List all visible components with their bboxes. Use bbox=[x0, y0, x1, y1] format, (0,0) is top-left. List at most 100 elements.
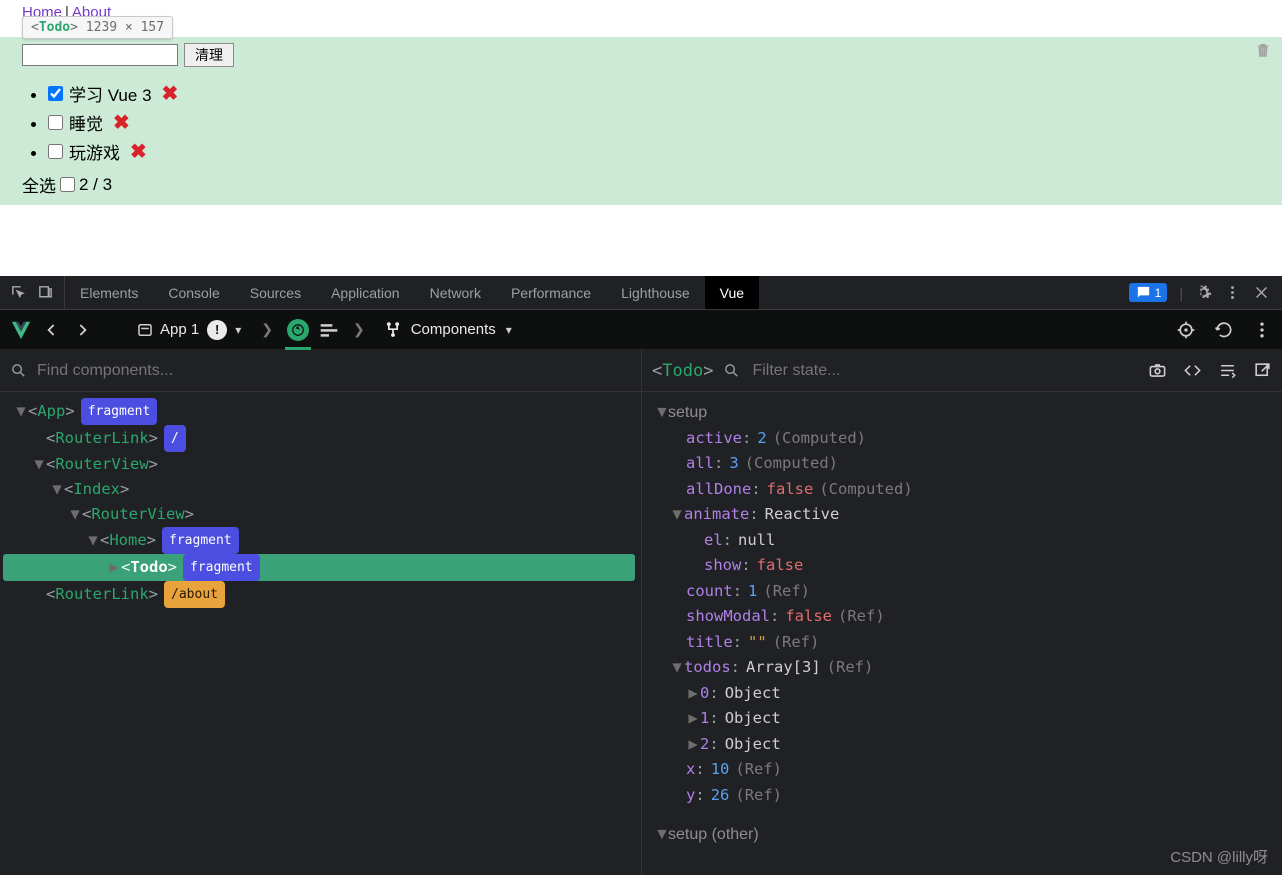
breadcrumb-chevron-icon: ❯ bbox=[349, 321, 369, 338]
tab-console[interactable]: Console bbox=[153, 276, 234, 309]
back-icon[interactable] bbox=[42, 320, 62, 340]
code-icon[interactable] bbox=[1183, 361, 1202, 380]
dimension-tooltip: <Todo> 1239 × 157 bbox=[22, 16, 173, 39]
tooltip-dims: 1239 × 157 bbox=[86, 20, 164, 35]
components-selector[interactable]: Components ▾ bbox=[383, 320, 512, 340]
settings-gear-icon[interactable] bbox=[1195, 284, 1212, 301]
todo-item: 学习 Vue 3 ✖ bbox=[48, 81, 1282, 106]
delete-icon[interactable]: ✖ bbox=[113, 110, 130, 135]
inspect-icon[interactable] bbox=[10, 284, 27, 301]
inspector-compass-icon[interactable] bbox=[287, 319, 309, 341]
component-name: Todo bbox=[130, 555, 167, 580]
devtools-panel: Elements Console Sources Application Net… bbox=[0, 276, 1282, 875]
expand-icon[interactable]: ▶ bbox=[686, 732, 700, 758]
timeline-icon[interactable] bbox=[319, 322, 339, 338]
todo-label: 学习 Vue 3 bbox=[69, 81, 152, 106]
tree-node-todo[interactable]: ▶<Todo>fragment bbox=[3, 554, 635, 581]
component-name: RouterView bbox=[91, 502, 184, 527]
todo-item: 玩游戏 ✖ bbox=[48, 139, 1282, 164]
delete-icon[interactable]: ✖ bbox=[162, 81, 179, 106]
forward-icon[interactable] bbox=[72, 320, 92, 340]
delete-icon[interactable]: ✖ bbox=[130, 139, 147, 164]
search-icon bbox=[723, 362, 740, 379]
more-icon[interactable] bbox=[1224, 284, 1241, 301]
trash-icon[interactable] bbox=[1254, 39, 1272, 61]
open-external-icon[interactable] bbox=[1253, 361, 1272, 380]
app-label: App 1 bbox=[160, 321, 199, 338]
refresh-icon[interactable] bbox=[1214, 320, 1234, 340]
footer-row: 全选 2 / 3 bbox=[0, 170, 1282, 197]
new-todo-input[interactable] bbox=[22, 44, 178, 66]
select-all-label: 全选 bbox=[22, 172, 56, 197]
component-name: Index bbox=[73, 477, 120, 502]
find-components-input[interactable] bbox=[35, 361, 631, 381]
page-nav: Home|About bbox=[0, 0, 1282, 21]
filter-state-input[interactable] bbox=[750, 361, 1138, 381]
tab-application[interactable]: Application bbox=[316, 276, 415, 309]
todo-list: 学习 Vue 3 ✖ 睡觉✖ 玩游戏 ✖ bbox=[48, 81, 1282, 164]
tab-network[interactable]: Network bbox=[415, 276, 496, 309]
camera-icon[interactable] bbox=[1148, 361, 1167, 380]
todo-checkbox[interactable] bbox=[48, 115, 63, 130]
todo-checkbox[interactable] bbox=[48, 86, 63, 101]
target-icon[interactable] bbox=[1176, 320, 1196, 340]
state-area: ▼setup active:2(Computed) all:3(Computed… bbox=[642, 392, 1282, 868]
chevron-down-icon: ▾ bbox=[235, 323, 241, 337]
device-toggle-icon[interactable] bbox=[37, 284, 54, 301]
fragment-badge: fragment bbox=[81, 398, 158, 425]
component-name: App bbox=[37, 399, 65, 424]
tab-elements[interactable]: Elements bbox=[65, 276, 153, 309]
collapse-icon[interactable]: ▼ bbox=[654, 400, 668, 426]
more-icon[interactable] bbox=[1252, 320, 1272, 340]
route-badge: /about bbox=[164, 581, 225, 608]
expand-icon[interactable]: ▶ bbox=[686, 706, 700, 732]
tree-node-app[interactable]: ▼<App>fragment bbox=[0, 398, 641, 425]
issues-badge[interactable]: 1 bbox=[1129, 283, 1168, 302]
close-icon[interactable] bbox=[1253, 284, 1270, 301]
section-label: setup bbox=[668, 400, 707, 426]
scroll-to-icon[interactable] bbox=[1218, 361, 1237, 380]
fragment-badge: fragment bbox=[183, 554, 260, 581]
component-name: RouterLink bbox=[55, 426, 148, 451]
tree-node-routerview[interactable]: ▼<RouterView> bbox=[0, 452, 641, 477]
tree-node-index[interactable]: ▼<Index> bbox=[0, 477, 641, 502]
tab-vue[interactable]: Vue bbox=[705, 276, 759, 309]
collapse-icon[interactable]: ▼ bbox=[670, 502, 684, 528]
devtools-tab-bar: Elements Console Sources Application Net… bbox=[0, 276, 1282, 310]
warning-badge-icon: ! bbox=[207, 320, 227, 340]
todo-component-region: 清理 学习 Vue 3 ✖ 睡觉✖ 玩游戏 ✖ 全选 2 / 3 bbox=[0, 37, 1282, 205]
select-all-checkbox[interactable] bbox=[60, 177, 75, 192]
section-label: setup (other) bbox=[668, 822, 759, 848]
component-tree-pane: ▼<App>fragment<RouterLink>/▼<RouterView>… bbox=[0, 350, 642, 875]
tab-sources[interactable]: Sources bbox=[235, 276, 316, 309]
collapse-icon[interactable]: ▼ bbox=[14, 399, 28, 424]
tree-node-routerlink[interactable]: <RouterLink>/about bbox=[0, 581, 641, 608]
fragment-badge: / bbox=[164, 425, 186, 452]
collapse-icon[interactable]: ▼ bbox=[670, 655, 684, 681]
todo-item: 睡觉✖ bbox=[48, 110, 1282, 135]
selected-component-tag: <Todo> bbox=[652, 361, 713, 381]
tree-node-home[interactable]: ▼<Home>fragment bbox=[0, 527, 641, 554]
clean-button[interactable]: 清理 bbox=[184, 43, 234, 67]
collapse-icon[interactable]: ▼ bbox=[32, 452, 46, 477]
tree-node-routerview[interactable]: ▼<RouterView> bbox=[0, 502, 641, 527]
tab-lighthouse[interactable]: Lighthouse bbox=[606, 276, 705, 309]
collapse-icon[interactable]: ▼ bbox=[68, 502, 82, 527]
chevron-down-icon: ▾ bbox=[506, 323, 512, 337]
app-selector[interactable]: App 1 ! ▾ bbox=[130, 318, 247, 342]
collapse-icon[interactable]: ▼ bbox=[50, 477, 64, 502]
component-name: RouterView bbox=[55, 452, 148, 477]
counter-text: 2 / 3 bbox=[79, 175, 112, 195]
collapse-icon[interactable]: ▼ bbox=[86, 528, 100, 553]
state-pane: <Todo> ▼setup active:2(Computed) all:3(C… bbox=[642, 350, 1282, 875]
todo-label: 玩游戏 bbox=[69, 139, 120, 164]
expand-icon[interactable]: ▶ bbox=[107, 555, 121, 580]
tree-node-routerlink[interactable]: <RouterLink>/ bbox=[0, 425, 641, 452]
breadcrumb-chevron-icon: ❯ bbox=[257, 321, 277, 338]
vue-logo-icon bbox=[10, 319, 32, 341]
vue-toolbar: App 1 ! ▾ ❯ ❯ Components ▾ bbox=[0, 310, 1282, 350]
tab-performance[interactable]: Performance bbox=[496, 276, 606, 309]
collapse-icon[interactable]: ▼ bbox=[654, 822, 668, 848]
todo-checkbox[interactable] bbox=[48, 144, 63, 159]
expand-icon[interactable]: ▶ bbox=[686, 681, 700, 707]
